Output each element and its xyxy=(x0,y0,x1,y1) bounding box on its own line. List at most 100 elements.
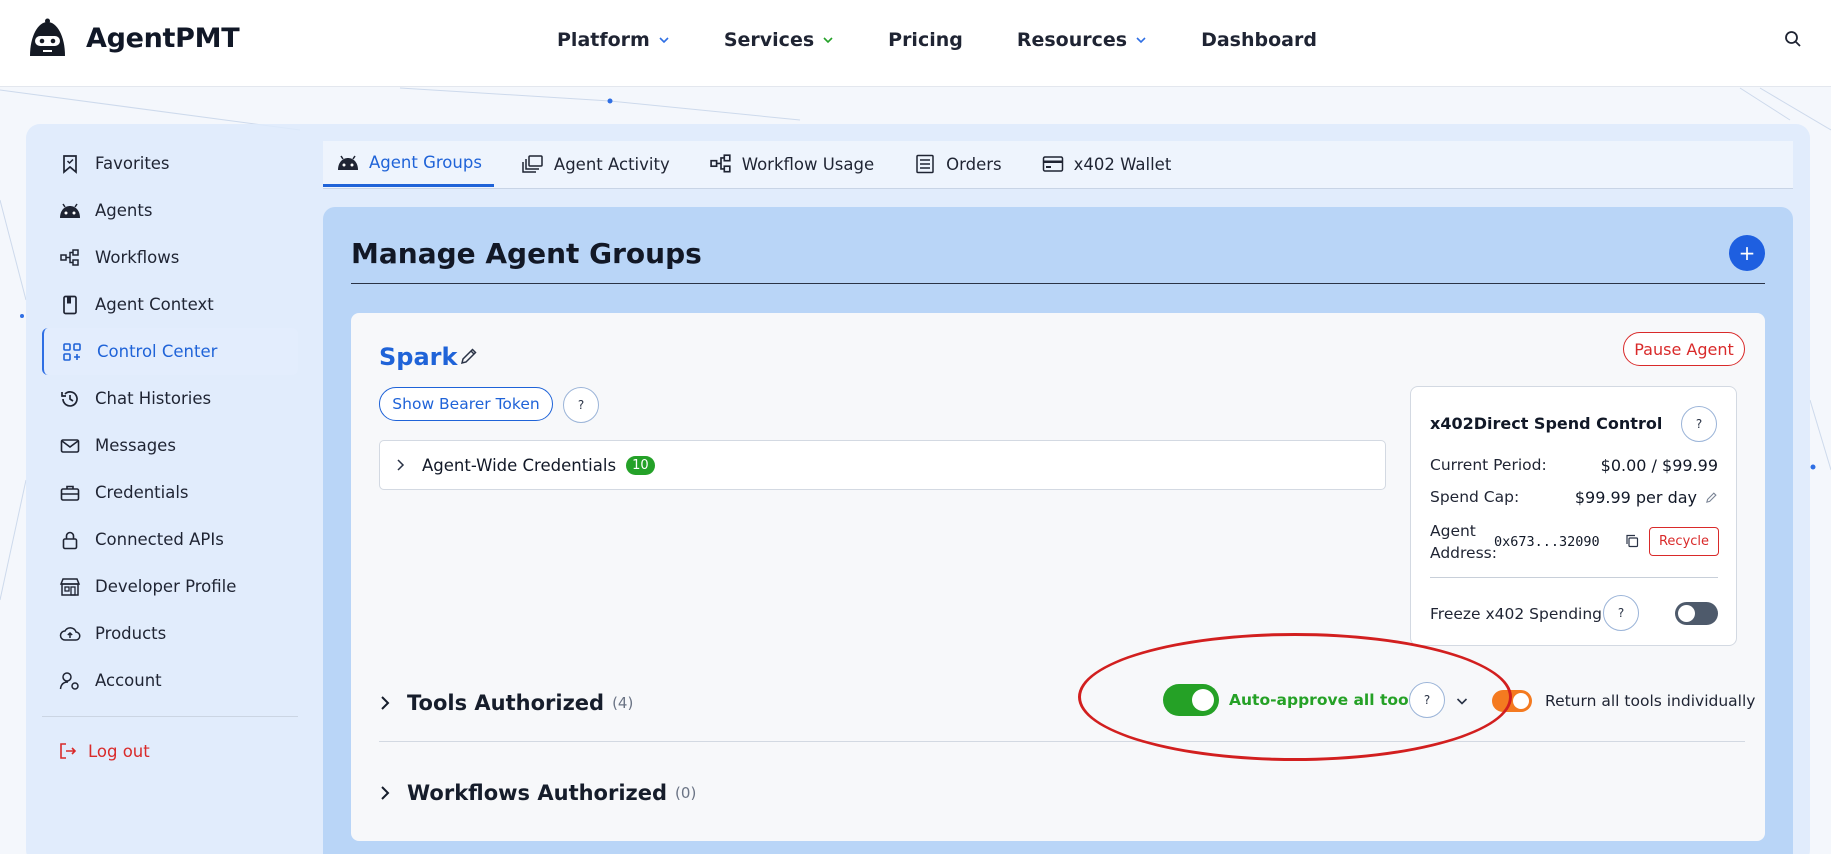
brand-name: AgentPMT xyxy=(86,22,240,54)
bookmark-icon xyxy=(59,153,81,175)
sidebar-item-favorites[interactable]: Favorites xyxy=(42,140,298,187)
sidebar-item-credentials[interactable]: Credentials xyxy=(42,469,298,516)
return-tools-label: Return all tools individually xyxy=(1545,692,1756,710)
robot-icon xyxy=(338,155,358,170)
title-divider xyxy=(351,283,1765,284)
sidebar-item-account[interactable]: Account xyxy=(42,657,298,704)
search-icon[interactable] xyxy=(1784,30,1802,48)
nav-pricing[interactable]: Pricing xyxy=(888,26,963,54)
tab-agent-groups[interactable]: Agent Groups xyxy=(323,141,494,187)
tab-label: Agent Activity xyxy=(553,154,670,174)
agent-address-label-line1: Agent xyxy=(1430,522,1476,540)
recycle-button[interactable]: Recycle xyxy=(1649,527,1719,556)
nav-resources[interactable]: Resources xyxy=(1017,26,1147,54)
spend-cap-label: Spend Cap: xyxy=(1430,488,1520,506)
page-title: Manage Agent Groups xyxy=(351,237,702,270)
main-nav: Platform Services Pricing Resources Dash… xyxy=(557,26,1371,54)
workflows-authorized-count: (0) xyxy=(675,784,697,802)
sidebar-item-label: Messages xyxy=(95,436,176,455)
tab-x402-wallet[interactable]: x402 Wallet xyxy=(1028,141,1184,187)
nav-dashboard-label: Dashboard xyxy=(1201,29,1317,51)
sidebar-item-agents[interactable]: Agents xyxy=(42,187,298,234)
sidebar-item-label: Favorites xyxy=(95,154,170,173)
highlight-ellipse xyxy=(1078,633,1512,761)
workflows-authorized-header[interactable]: Workflows Authorized (0) xyxy=(379,781,696,805)
mail-icon xyxy=(59,435,81,457)
show-bearer-token-button[interactable]: Show Bearer Token xyxy=(379,387,553,421)
current-period-label: Current Period: xyxy=(1430,456,1547,474)
pencil-icon[interactable] xyxy=(1705,491,1718,504)
freeze-spending-toggle[interactable] xyxy=(1675,602,1718,625)
chevron-down-icon xyxy=(659,37,669,44)
sidebar-item-label: Agent Context xyxy=(95,295,214,314)
nav-platform-label: Platform xyxy=(557,29,650,51)
sidebar-item-products[interactable]: Products xyxy=(42,610,298,657)
spend-cap-value-wrap: $99.99 per day xyxy=(1575,488,1718,507)
sidebar-item-connected-apis[interactable]: Connected APIs xyxy=(42,516,298,563)
top-header: AgentPMT Platform Services Pricing Resou… xyxy=(0,0,1831,87)
tab-agent-activity[interactable]: Agent Activity xyxy=(508,141,682,187)
sidebar-item-workflows[interactable]: Workflows xyxy=(42,234,298,281)
nav-services-label: Services xyxy=(723,29,815,51)
spend-divider xyxy=(1430,577,1718,578)
tab-label: Agent Groups xyxy=(369,153,482,172)
sidebar-item-label: Control Center xyxy=(97,342,218,361)
logout-icon xyxy=(60,743,77,759)
credentials-count-badge: 10 xyxy=(626,455,655,475)
sidebar-item-label: Chat Histories xyxy=(95,389,212,408)
sidebar-item-label: Credentials xyxy=(95,483,189,502)
sidebar-item-label: Developer Profile xyxy=(95,577,237,596)
tab-label: Workflow Usage xyxy=(741,154,875,174)
pause-agent-button[interactable]: Pause Agent xyxy=(1623,332,1745,366)
chevron-right-icon xyxy=(397,459,405,471)
logout-link[interactable]: Log out xyxy=(42,731,298,771)
sidebar-item-control-center[interactable]: Control Center xyxy=(42,328,298,375)
manage-agent-groups-panel: Manage Agent Groups + Spark Pause Agent … xyxy=(323,207,1793,854)
agent-address-value: 0x673...32090 xyxy=(1494,534,1600,550)
card-icon xyxy=(1042,156,1063,172)
sidebar-item-label: Connected APIs xyxy=(95,530,224,549)
pencil-icon[interactable] xyxy=(459,346,479,366)
sidebar-item-messages[interactable]: Messages xyxy=(42,422,298,469)
help-button[interactable]: ? xyxy=(1681,406,1717,442)
sidebar-item-label: Workflows xyxy=(95,248,180,267)
spend-cap-value: $99.99 per day xyxy=(1574,488,1697,507)
current-period-value: $0.00 / $99.99 xyxy=(1600,456,1718,475)
sidebar-item-label: Agents xyxy=(95,201,153,220)
nav-dashboard[interactable]: Dashboard xyxy=(1201,26,1317,54)
chevron-right-icon xyxy=(381,696,390,710)
tab-workflow-usage[interactable]: Workflow Usage xyxy=(696,141,886,187)
stack-icon xyxy=(522,155,543,173)
nav-services[interactable]: Services xyxy=(724,26,834,54)
brand-logo[interactable]: AgentPMT xyxy=(26,18,240,58)
sidebar-item-agent-context[interactable]: Agent Context xyxy=(42,281,298,328)
briefcase-icon xyxy=(59,482,81,504)
nav-platform[interactable]: Platform xyxy=(557,26,670,54)
agent-address-label-line2: Address: xyxy=(1430,544,1497,562)
freeze-spending-label: Freeze x402 Spending xyxy=(1430,605,1603,623)
chevron-down-icon xyxy=(1136,37,1146,44)
sidebar-divider xyxy=(42,716,298,717)
tab-orders[interactable]: Orders xyxy=(900,141,1014,187)
nav-resources-label: Resources xyxy=(1016,29,1128,51)
tools-authorized-title: Tools Authorized xyxy=(407,691,605,715)
help-button[interactable]: ? xyxy=(1603,595,1639,631)
sidebar-item-developer-profile[interactable]: Developer Profile xyxy=(42,563,298,610)
tab-label: x402 Wallet xyxy=(1073,154,1172,174)
book-icon xyxy=(59,294,81,316)
history-icon xyxy=(59,388,81,410)
grid-icon xyxy=(61,341,83,363)
agent-wide-credentials-accordion[interactable]: Agent-Wide Credentials 10 xyxy=(379,440,1386,490)
sidebar-item-chat-histories[interactable]: Chat Histories xyxy=(42,375,298,422)
control-center-tabs: Agent Groups Agent Activity Workflow Usa… xyxy=(323,141,1793,189)
sidebar-item-label: Account xyxy=(95,671,162,690)
help-button[interactable]: ? xyxy=(563,387,599,423)
tools-authorized-header[interactable]: Tools Authorized (4) xyxy=(379,691,633,715)
copy-icon[interactable] xyxy=(1625,534,1639,548)
agent-group-card: Spark Pause Agent Show Bearer Token ? Ag… xyxy=(351,313,1765,841)
add-agent-group-button[interactable]: + xyxy=(1729,235,1765,271)
tab-label: Orders xyxy=(946,154,1002,174)
sidebar: Favorites Agents Workflows Agent Context… xyxy=(42,140,298,771)
workflow-icon xyxy=(59,247,81,269)
spend-control-title: x402Direct Spend Control xyxy=(1430,414,1663,433)
